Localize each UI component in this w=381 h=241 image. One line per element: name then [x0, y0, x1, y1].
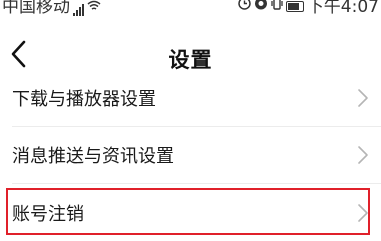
battery-icon [285, 1, 304, 12]
status-right: 下午4:07 [238, 0, 379, 16]
menu-item-label: 下载与播放器设置 [12, 89, 156, 110]
status-left: 中国移动 [2, 0, 101, 16]
chevron-right-icon [358, 89, 368, 107]
carrier-label: 中国移动 [2, 0, 70, 16]
vibrate-icon [271, 0, 283, 15]
divider [12, 183, 381, 184]
status-bar: 中国移动 下午4:07 [0, 0, 381, 16]
alarm-icon [238, 0, 251, 15]
wifi-icon [87, 0, 101, 16]
chevron-right-icon [358, 146, 368, 164]
status-time: 下午4:07 [306, 0, 379, 16]
eye-icon [254, 0, 268, 15]
menu-item-label: 消息推送与资讯设置 [12, 146, 174, 167]
highlight-box [6, 188, 370, 235]
menu-item-download-player-settings[interactable]: 下载与播放器设置 [0, 70, 381, 126]
navigation-bar: 设置 [0, 16, 381, 78]
menu-item-message-push-settings[interactable]: 消息推送与资讯设置 [0, 127, 381, 183]
signal-bars-icon [73, 3, 84, 16]
